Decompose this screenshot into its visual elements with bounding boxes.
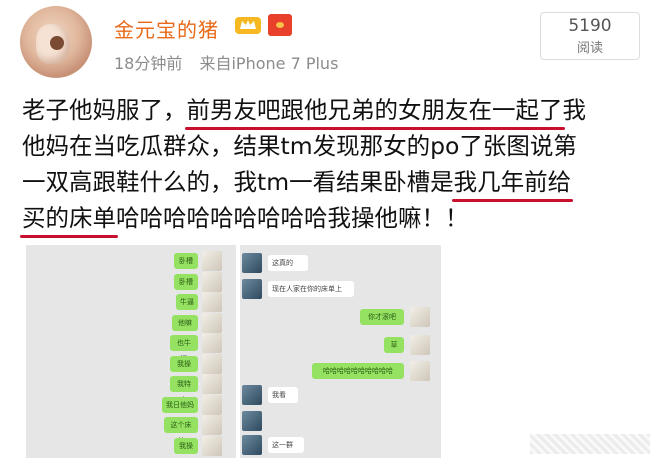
username[interactable]: 金元宝的猪 (114, 14, 219, 43)
post-text: 我 (562, 96, 587, 124)
chat-avatar (242, 435, 262, 455)
chat-avatar (202, 292, 222, 312)
post-text-line: 一双高跟鞋什么的，我tm一看结果卧槽是我几年前给 (22, 164, 652, 200)
read-label: 阅读 (576, 41, 603, 56)
chat-avatar (202, 333, 222, 353)
chat-bubble-sent: 卧槽 (174, 253, 198, 269)
read-count: 5190 (568, 16, 612, 36)
chat-avatar (242, 385, 262, 405)
vip-crown-icon (235, 17, 261, 34)
avatar-dark-spot (50, 36, 64, 50)
chat-bubble-received: 这真的 (268, 255, 308, 271)
post-source: 来自iPhone 7 Plus (199, 54, 339, 73)
post-text-line: 老子他妈服了，前男友吧跟他兄弟的女朋友在一起了我 (22, 92, 652, 128)
chat-bubble-sent: 我特么 (170, 376, 198, 404)
chat-bubble-sent: 我操 (174, 437, 198, 454)
chat-bubble-received: 这一群 (268, 437, 304, 453)
chat-bubble-sent: 你才滚吧 (360, 309, 404, 325)
chat-avatar (410, 335, 430, 355)
embedded-chat-screenshot[interactable]: 卧槽卧槽牛逼他嘛也牛逼我操了我特么我日他妈这个床单我操这真的现在人家在你的床单上… (26, 245, 441, 458)
post-text: 哈哈哈哈哈哈哈哈哈我操他嘛！！ (116, 204, 469, 232)
highlighted-text: 我几年前给 (453, 168, 572, 196)
screenshot-divider (236, 245, 240, 458)
chat-avatar (202, 251, 222, 271)
chat-avatar (202, 374, 222, 394)
chat-bubble-received: 现在人家在你的床单上 (268, 281, 354, 297)
post-text-line: 他妈在当吃瓜群众，结果tm发现那女的po了张图说第 (22, 128, 652, 164)
highlighted-text: 买的床单 (22, 204, 116, 232)
chat-avatar (202, 415, 222, 435)
chat-bubble-sent: 草 (384, 337, 404, 353)
post-text: 一双高跟鞋什么的，我tm一看结果卧槽是 (22, 168, 454, 196)
chat-bubble-sent: 我操了 (170, 355, 198, 384)
post-meta: 18分钟前 来自iPhone 7 Plus (114, 50, 350, 74)
post-body: 老子他妈服了，前男友吧跟他兄弟的女朋友在一起了我他妈在当吃瓜群众，结果tm发现那… (22, 92, 652, 236)
chat-bubble-sent: 卧槽 (174, 273, 198, 290)
chat-avatar (202, 353, 222, 374)
chat-bubble-received: 我看 (268, 387, 298, 403)
chat-avatar (242, 279, 262, 299)
chat-bubble-sent: 他嘛 (172, 314, 198, 331)
watermark (530, 434, 650, 454)
chat-avatar (202, 271, 222, 292)
chat-bubble-sent: 这个床单 (164, 417, 198, 445)
red-envelope-icon (268, 14, 292, 36)
chat-avatar (242, 253, 262, 273)
highlighted-text: 前男友吧跟他兄弟的女朋友在一起了 (186, 96, 563, 124)
chat-bubble-sent: 哈哈哈哈哈哈哈哈哈哈 (312, 363, 404, 379)
chat-avatar (202, 435, 222, 456)
post-text: 老子他妈服了， (22, 96, 187, 124)
chat-avatar (202, 394, 222, 415)
post-time: 18分钟前 (114, 54, 183, 73)
post-text: 他妈在当吃瓜群众，结果tm发现那女的po了张图说第 (22, 132, 577, 160)
chat-bubble-sent: 牛逼 (176, 294, 198, 310)
chat-avatar (242, 411, 262, 431)
chat-avatar (202, 312, 222, 333)
user-avatar[interactable] (20, 6, 92, 78)
chat-avatar (410, 307, 430, 327)
post-header: 金元宝的猪 18分钟前 来自iPhone 7 Plus 5190 阅读 (0, 0, 660, 80)
read-count-box: 5190 阅读 (540, 12, 640, 60)
chat-bubble-sent: 我日他妈 (162, 396, 198, 413)
post-text-line: 买的床单哈哈哈哈哈哈哈哈哈我操他嘛！！ (22, 200, 652, 236)
chat-bubble-sent: 也牛逼 (170, 335, 198, 363)
chat-avatar (410, 361, 430, 381)
